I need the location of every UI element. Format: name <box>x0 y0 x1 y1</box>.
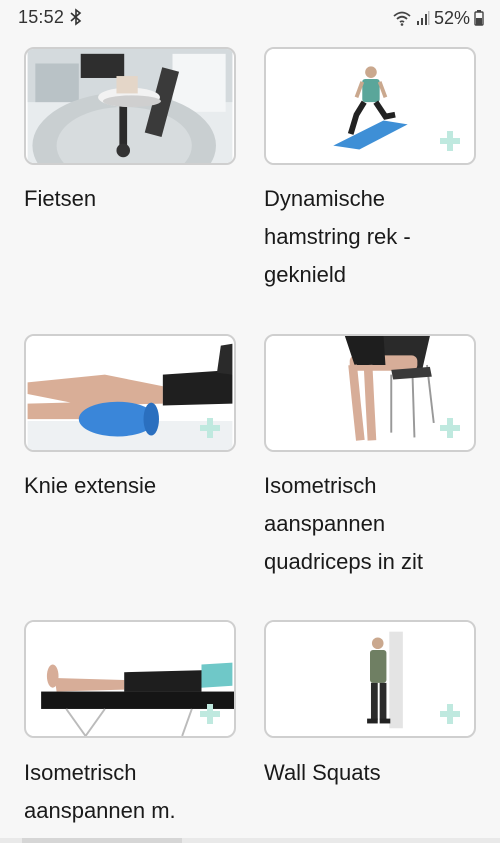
exercise-title: Dynamische hamstring rek - geknield <box>264 186 411 287</box>
status-time: 15:52 <box>18 7 65 27</box>
exercise-title: Knie extensie <box>24 473 157 498</box>
battery-icon <box>474 10 484 26</box>
exercise-thumbnail[interactable] <box>264 620 476 738</box>
wifi-icon <box>393 11 411 26</box>
stationary-bike-image <box>27 49 233 163</box>
add-icon[interactable] <box>440 418 460 438</box>
exercise-thumbnail[interactable] <box>24 334 236 452</box>
battery-percentage: 52% <box>433 7 470 28</box>
add-icon[interactable] <box>440 131 460 151</box>
signal-icon <box>416 11 430 25</box>
add-icon[interactable] <box>200 704 220 724</box>
add-icon[interactable] <box>440 704 460 724</box>
exercise-thumbnail[interactable] <box>24 620 236 738</box>
exercise-thumbnail[interactable] <box>264 47 476 165</box>
exercise-thumbnail[interactable] <box>24 47 236 165</box>
exercise-title: Wall Squats <box>264 760 381 785</box>
add-icon[interactable] <box>200 418 220 438</box>
bottom-scroll-edge <box>0 838 500 843</box>
exercise-thumbnail[interactable] <box>264 334 476 452</box>
status-right: 52% <box>392 7 484 29</box>
status-bar: 15:52 52% <box>0 0 500 36</box>
exercise-title: Isometrisch aanspannen m. <box>24 760 176 823</box>
exercise-title: Isometrisch aanspannen quadriceps in zit <box>264 473 423 574</box>
bluetooth-icon <box>70 8 82 26</box>
exercise-title: Fietsen <box>24 186 97 211</box>
